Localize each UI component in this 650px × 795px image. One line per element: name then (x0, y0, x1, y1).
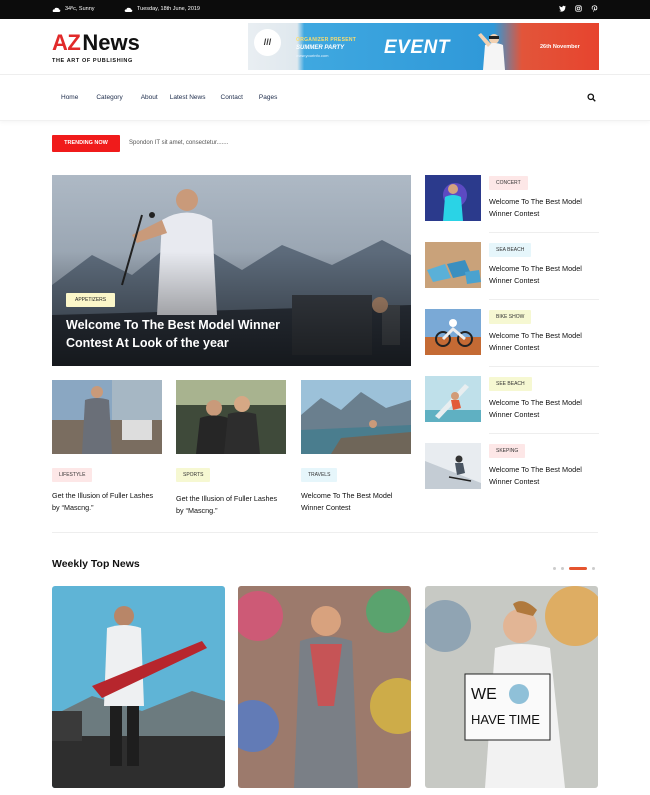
post-thumbnail (425, 309, 481, 355)
main-nav: Home Category About Latest News Contact … (0, 75, 650, 121)
post-title[interactable]: Welcome To The Best Model Winner Contest (489, 397, 601, 420)
post-title[interactable]: Welcome To The Best Model Winner Contest (489, 330, 601, 353)
post-thumbnail (52, 380, 162, 454)
top-bar: 34ºc, Sunny Tuesday, 18th June, 2019 (0, 0, 650, 19)
divider (489, 299, 599, 300)
post-card[interactable]: TRAVELS Welcome To The Best Model Winner… (301, 380, 411, 520)
banner-summer: SUMMER PARTY (296, 45, 345, 51)
banner-url: www.yourinfo.com (296, 53, 329, 58)
hero-title[interactable]: Welcome To The Best Model Winner Contest… (66, 316, 316, 352)
logo-part2: News (82, 30, 140, 55)
divider (489, 232, 599, 233)
weekly-post-image[interactable] (52, 586, 225, 788)
post-tag[interactable]: TRAVELS (301, 468, 338, 482)
nav-item-pages[interactable]: Pages (259, 94, 277, 101)
nav-item-home[interactable]: Home (61, 94, 78, 101)
nav-item-about[interactable]: About (141, 94, 158, 101)
post-tag[interactable]: SEE BEACH (489, 377, 532, 391)
slider-dot[interactable] (553, 567, 556, 570)
post-thumbnail (425, 175, 481, 221)
slider-dot-active[interactable] (569, 567, 587, 570)
post-tag[interactable]: SKEPING (489, 444, 526, 458)
hero-tag[interactable]: APPETIZERS (66, 293, 116, 307)
weekly-post-image[interactable] (238, 586, 411, 788)
post-thumbnail (425, 242, 481, 288)
post-title[interactable]: Get the Illusion of Fuller Lashes by “Ma… (52, 490, 156, 513)
cloud-icon (124, 7, 133, 12)
svg-text:HAVE TIME: HAVE TIME (471, 712, 540, 727)
post-title[interactable]: Welcome To The Best Model Winner Contest (301, 490, 411, 513)
post-tag[interactable]: LIFESTYLE (52, 468, 93, 482)
cloud-icon (52, 7, 61, 12)
post-title[interactable]: Welcome To The Best Model Winner Contest (489, 464, 601, 487)
banner-date: 26th November (540, 44, 580, 50)
slider-dots (553, 567, 595, 570)
trending-badge: TRENDING NOW (52, 135, 120, 152)
trending-text[interactable]: Spondon IT sit amet, consectetur....... (129, 140, 228, 146)
post-tag[interactable]: CONCERT (489, 176, 528, 190)
pinterest-icon[interactable] (591, 5, 598, 12)
weather-info: 34ºc, Sunny (52, 6, 95, 12)
slider-dot[interactable] (561, 567, 564, 570)
nav-item-contact[interactable]: Contact (221, 94, 243, 101)
weekly-thumbnail (238, 586, 411, 788)
weekly-post-image[interactable]: WE HAVE TIME (425, 586, 598, 788)
post-tag[interactable]: SEA BEACH (489, 243, 532, 257)
svg-text:WE: WE (471, 686, 497, 703)
post-card[interactable]: LIFESTYLE Get the Illusion of Fuller Las… (52, 380, 162, 520)
banner-logo-icon: /// (254, 29, 281, 56)
section-divider (52, 532, 598, 533)
twitter-icon[interactable] (559, 5, 566, 12)
weather-text: 34ºc, Sunny (65, 6, 95, 12)
hero-post[interactable]: APPETIZERS Welcome To The Best Model Win… (52, 175, 411, 366)
post-tag[interactable]: SPORTS (176, 468, 211, 482)
banner-organizer: ORGANIZER PRESENT (296, 37, 357, 43)
date-info: Tuesday, 18th June, 2019 (124, 6, 200, 12)
slider-dot[interactable] (592, 567, 595, 570)
banner-person-image (478, 33, 505, 70)
event-banner-ad[interactable]: /// ORGANIZER PRESENT SUMMER PARTY www.y… (248, 23, 599, 70)
site-logo[interactable]: AZNews THE ART OF PUBLISHING (52, 30, 140, 64)
weekly-section-title: Weekly Top News (52, 558, 140, 570)
nav-item-category[interactable]: Category (96, 94, 122, 101)
post-title[interactable]: Welcome To The Best Model Winner Contest (489, 263, 601, 286)
banner-event: EVENT (384, 37, 450, 58)
site-header: AZNews THE ART OF PUBLISHING /// ORGANIZ… (0, 19, 650, 75)
social-links (559, 5, 598, 12)
post-thumbnail (176, 380, 286, 454)
post-thumbnail (425, 376, 481, 422)
divider (489, 366, 599, 367)
nav-item-latest-news[interactable]: Latest News (170, 94, 206, 101)
post-title[interactable]: Get the Illusion of Fuller Lashes by “Ma… (176, 493, 280, 516)
post-thumbnail (301, 380, 411, 454)
post-tag[interactable]: BIKE SHOW (489, 310, 532, 324)
instagram-icon[interactable] (575, 5, 582, 12)
divider (489, 433, 599, 434)
weekly-thumbnail: WE HAVE TIME (425, 586, 598, 788)
post-thumbnail (425, 443, 481, 489)
logo-part1: AZ (52, 30, 81, 55)
side-post[interactable]: SKEPING Welcome To The Best Model Winner… (425, 443, 599, 503)
post-card[interactable]: SPORTS Get the Illusion of Fuller Lashes… (176, 380, 286, 520)
side-post[interactable]: CONCERT Welcome To The Best Model Winner… (425, 175, 599, 235)
side-post[interactable]: SEE BEACH Welcome To The Best Model Winn… (425, 376, 599, 436)
post-title[interactable]: Welcome To The Best Model Winner Contest (489, 196, 601, 219)
search-icon[interactable] (587, 93, 596, 102)
weekly-thumbnail (52, 586, 225, 788)
trending-bar: TRENDING NOW Spondon IT sit amet, consec… (52, 135, 598, 152)
logo-tagline: THE ART OF PUBLISHING (52, 58, 133, 64)
date-text: Tuesday, 18th June, 2019 (137, 6, 200, 12)
side-post[interactable]: BIKE SHOW Welcome To The Best Model Winn… (425, 309, 599, 369)
side-post[interactable]: SEA BEACH Welcome To The Best Model Winn… (425, 242, 599, 302)
